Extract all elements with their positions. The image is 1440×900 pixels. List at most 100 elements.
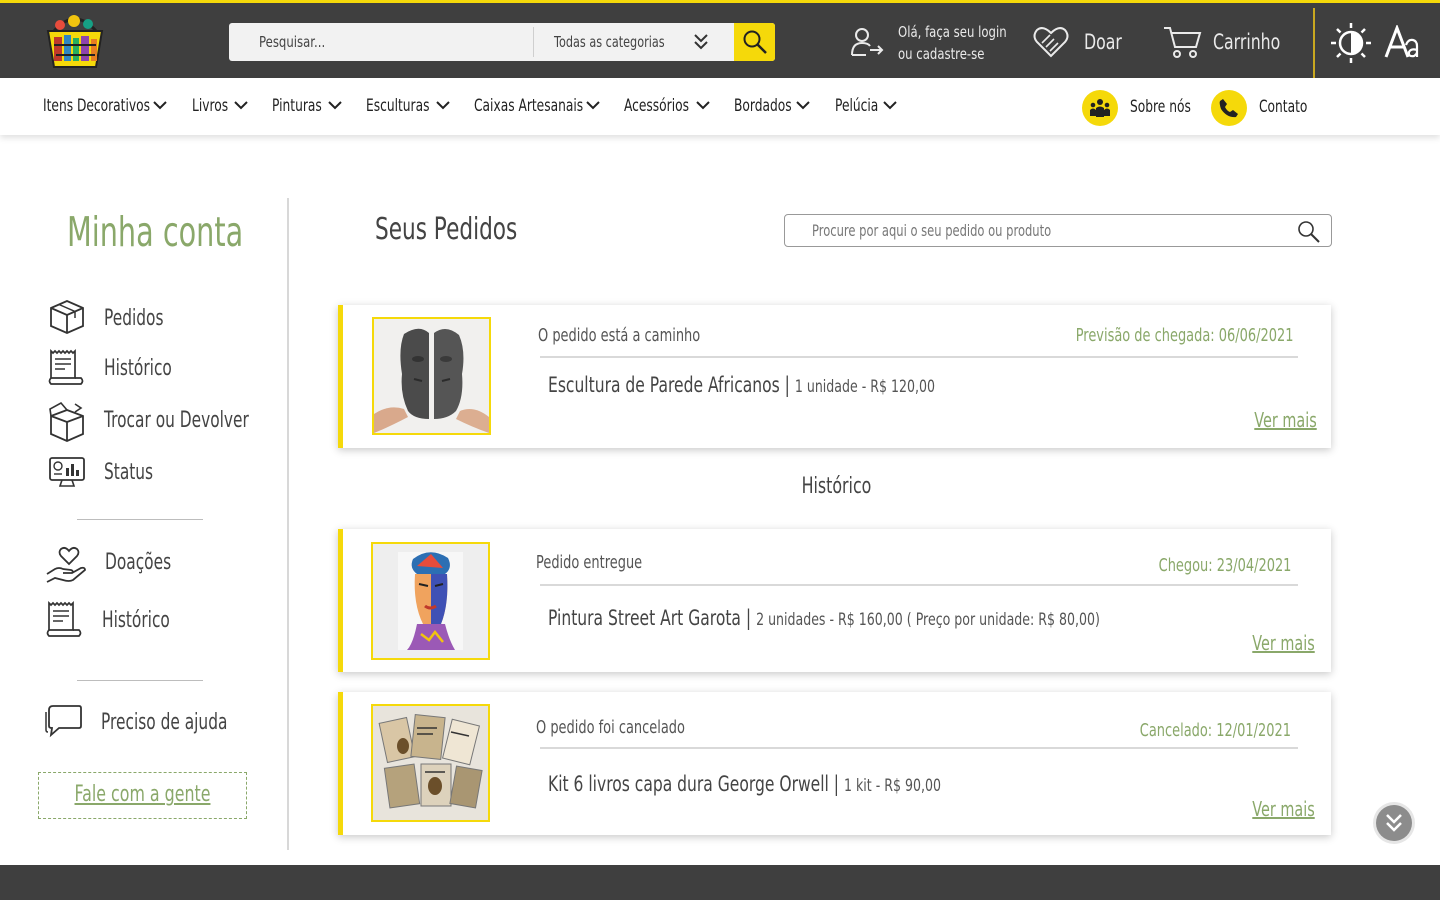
nav-item-label: Pinturas	[272, 96, 322, 116]
nav-item-label: Livros	[192, 96, 229, 116]
nav-item-esculturas[interactable]: Esculturas	[366, 96, 454, 116]
top-separator	[1313, 8, 1315, 78]
box-icon	[50, 300, 84, 334]
heart-hand-icon	[46, 546, 86, 583]
chevron-down-icon	[586, 101, 600, 110]
contact-label: Contato	[1259, 97, 1308, 117]
order-date: Chegou: 23/04/2021	[1158, 555, 1291, 576]
top-bar: Pesquisar... Todas as categorias Olá, fa…	[0, 0, 1440, 78]
scroll-down-button[interactable]	[1376, 805, 1412, 841]
donate-label: Doar	[1084, 30, 1122, 54]
contact-us-label: Fale com a gente	[74, 782, 211, 807]
nav-item-label: Itens Decorativos	[43, 96, 150, 116]
product-image-sculpture[interactable]	[372, 317, 491, 435]
about-badge	[1082, 90, 1118, 126]
history-title-text: Histórico	[801, 474, 871, 499]
chevron-down-icon	[696, 101, 710, 110]
order-product: Kit 6 livros capa dura George Orwell | 1…	[548, 772, 941, 796]
open-box-icon	[49, 401, 84, 442]
about-label: Sobre nós	[1130, 97, 1191, 117]
order-status: O pedido está a caminho	[538, 325, 701, 346]
chevron-down-icon	[796, 101, 810, 110]
see-more-link[interactable]: Ver mais	[1255, 408, 1317, 432]
product-image-books[interactable]	[371, 704, 490, 822]
chevron-down-icon	[328, 101, 342, 110]
contrast-toggle-icon[interactable]	[1329, 21, 1373, 65]
chevron-down-icon	[436, 101, 450, 110]
nav-item-label: Acessórios	[624, 96, 689, 116]
category-select[interactable]: Todas as categorias	[554, 33, 665, 51]
search-icon[interactable]	[1297, 220, 1321, 244]
help-label: Preciso de ajuda	[101, 710, 228, 735]
nav-item-label: Pelúcia	[835, 96, 879, 116]
login-line-1: Olá, faça seu login	[898, 23, 1007, 41]
sidebar-separator	[77, 680, 203, 681]
sidebar-item-label: Histórico	[104, 356, 172, 381]
receipt-icon	[48, 348, 84, 385]
nav-item-acessorios[interactable]: Acessórios	[624, 96, 714, 116]
chat-bubble-icon	[45, 705, 82, 738]
receipt-icon	[46, 600, 82, 637]
order-date: Cancelado: 12/01/2021	[1139, 720, 1291, 741]
order-search-input[interactable]: Procure por aqui o seu pedido ou produto	[812, 221, 1051, 240]
chevron-down-icon[interactable]	[692, 32, 710, 52]
order-divider	[540, 356, 1298, 358]
product-image-painting[interactable]	[371, 542, 490, 660]
search-bar: Pesquisar... Todas as categorias	[229, 23, 775, 61]
nav-item-bordados[interactable]: Bordados	[734, 96, 814, 116]
login-line-2: ou cadastre-se	[898, 45, 985, 63]
nav-item-livros[interactable]: Livros	[192, 96, 248, 116]
cart-icon	[1164, 27, 1202, 58]
order-product: Pintura Street Art Garota | 2 unidades -…	[548, 606, 1100, 630]
chevron-down-icon	[234, 101, 248, 110]
order-card-history: O pedido foi cancelado Cancelado: 12/01/…	[338, 692, 1331, 835]
order-card-current: O pedido está a caminho Previsão de cheg…	[338, 305, 1331, 448]
search-icon	[743, 30, 767, 54]
see-more-link[interactable]: Ver mais	[1253, 797, 1315, 821]
history-title: Histórico	[0, 474, 1440, 499]
sidebar-item-label: Histórico	[102, 608, 170, 633]
account-title: Minha conta	[67, 208, 244, 256]
product-name: Pintura Street Art Garota |	[548, 606, 752, 630]
sidebar-item-label: Doações	[105, 550, 172, 575]
order-product: Escultura de Parede Africanos | 1 unidad…	[548, 373, 935, 397]
order-divider	[540, 584, 1298, 586]
sidebar-item-label: Pedidos	[104, 306, 164, 331]
contact-us-button[interactable]: Fale com a gente	[38, 772, 247, 819]
user-login-icon	[851, 28, 884, 56]
nav-item-itens-decorativos[interactable]: Itens Decorativos	[43, 96, 192, 116]
see-more-link[interactable]: Ver mais	[1253, 631, 1315, 655]
store-logo[interactable]	[40, 11, 110, 71]
nav-item-label: Bordados	[734, 96, 792, 116]
order-divider	[540, 747, 1298, 749]
chevron-down-icon	[883, 101, 897, 110]
order-status: O pedido foi cancelado	[536, 717, 685, 738]
login-link[interactable]: Olá, faça seu login ou cadastre-se	[850, 21, 1020, 65]
product-detail: 1 kit - R$ 90,00	[844, 776, 942, 796]
font-size-icon[interactable]	[1384, 25, 1420, 59]
cart-label: Carrinho	[1213, 30, 1281, 54]
search-input[interactable]: Pesquisar...	[259, 33, 325, 51]
nav-item-label: Esculturas	[366, 96, 430, 116]
search-divider	[533, 27, 534, 57]
contact-badge	[1211, 90, 1247, 126]
chevron-down-icon	[153, 101, 167, 110]
nav-item-pinturas[interactable]: Pinturas	[272, 96, 342, 116]
order-search-field[interactable]: Procure por aqui o seu pedido ou produto	[784, 214, 1332, 247]
order-card-history: Pedido entregue Chegou: 23/04/2021 Pintu…	[338, 529, 1331, 672]
footer-bar	[0, 865, 1440, 900]
sidebar-divider	[287, 198, 289, 850]
sidebar-separator	[77, 519, 203, 520]
nav-item-label: Caixas Artesanais	[474, 96, 584, 116]
product-detail: 2 unidades - R$ 160,00 ( Preço por unida…	[756, 610, 1100, 630]
page-title: Seus Pedidos	[375, 212, 518, 247]
double-chevron-down-icon	[1386, 814, 1402, 832]
order-status: Pedido entregue	[536, 552, 643, 573]
search-button[interactable]	[734, 23, 775, 61]
nav-item-pelucia[interactable]: Pelúcia	[835, 96, 897, 116]
sidebar-item-label: Trocar ou Devolver	[104, 408, 249, 433]
category-nav: Itens Decorativos Livros Pinturas Escult…	[0, 78, 1440, 135]
order-date: Previsão de chegada: 06/06/2021	[1075, 325, 1293, 346]
heart-handshake-icon	[1033, 27, 1069, 58]
nav-item-caixas-artesanais[interactable]: Caixas Artesanais	[474, 96, 626, 116]
